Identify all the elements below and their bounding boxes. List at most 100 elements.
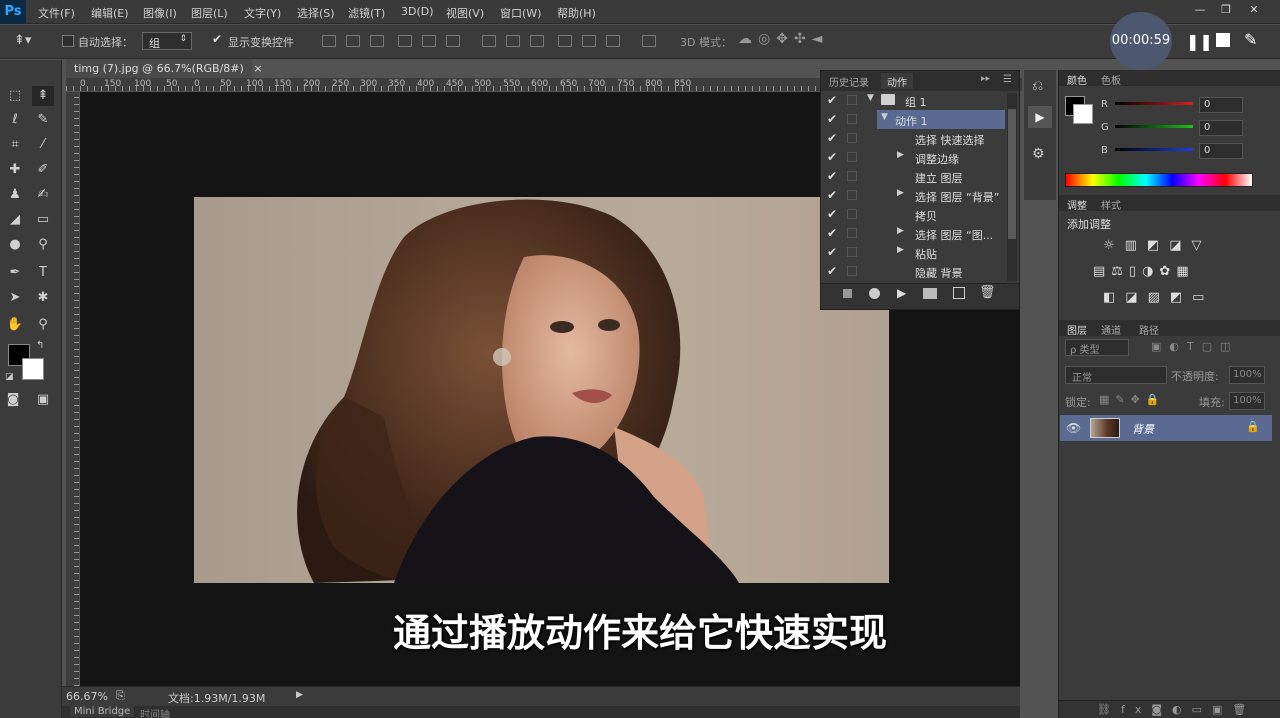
layers-footer-icons[interactable]: ⛓fx◙◐▭▣🗑 [1097, 703, 1256, 716]
tab-swatches[interactable]: 色板 [1101, 72, 1121, 87]
blue-slider[interactable] [1115, 148, 1193, 151]
lasso-tool-icon[interactable]: ℓ [4, 110, 26, 130]
check-icon[interactable]: ✔ [827, 188, 837, 202]
dialog-toggle[interactable] [847, 228, 857, 238]
quick-select-tool-icon[interactable]: ✎ [32, 110, 54, 130]
check-icon[interactable]: ✔ [827, 245, 837, 259]
layer-name[interactable]: 背景 [1132, 421, 1154, 437]
3d-mode-icons[interactable]: ☁◎✥✣◄ [738, 31, 828, 47]
expand-icon[interactable]: ▼ [881, 112, 888, 122]
align-bottom-icon[interactable] [370, 35, 384, 47]
tab-color[interactable]: 颜色 [1067, 72, 1087, 87]
tab-styles[interactable]: 样式 [1101, 197, 1121, 212]
menu-file[interactable]: 文件(F) [38, 5, 75, 21]
spectrum-bar[interactable] [1065, 173, 1253, 187]
eyedropper-tool-icon[interactable]: ⁄ [32, 135, 54, 155]
quick-mask-icon[interactable]: ◙ [2, 390, 24, 410]
menu-help[interactable]: 帮助(H) [557, 5, 596, 21]
action-row[interactable]: ✔ ▶ 选择 图层 “背景” [821, 186, 1007, 205]
distribute-right-icon[interactable] [606, 35, 620, 47]
check-icon[interactable]: ✔ [827, 112, 837, 126]
collapse-icon[interactable]: ▸▸ [981, 74, 990, 84]
eye-icon[interactable]: 👁 [1066, 421, 1081, 435]
eraser-tool-icon[interactable]: ◢ [4, 210, 26, 230]
layer-row-background[interactable]: 👁 背景 🔒 [1060, 415, 1272, 441]
red-slider[interactable] [1115, 102, 1193, 105]
check-icon[interactable]: ✔ [827, 226, 837, 240]
dialog-toggle[interactable] [847, 171, 857, 181]
action-row[interactable]: ✔ ▶ 选择 图层 “图... [821, 224, 1007, 243]
swap-colors-icon[interactable]: ↰ [36, 340, 44, 351]
stop-recording-icon[interactable] [843, 289, 852, 298]
stamp-tool-icon[interactable]: ♟ [4, 185, 26, 205]
align-left-icon[interactable] [398, 35, 412, 47]
adjust-row-2-icons[interactable]: ▤⚖▯◑✿▦ [1093, 264, 1195, 279]
align-right-icon[interactable] [446, 35, 460, 47]
auto-select-checkbox[interactable] [62, 35, 74, 47]
scrollbar-thumb[interactable] [1008, 109, 1016, 239]
check-icon[interactable]: ✔ [827, 150, 837, 164]
pen-icon[interactable]: ✎ [1244, 30, 1257, 49]
new-action-icon[interactable] [953, 287, 965, 299]
dialog-toggle[interactable] [847, 133, 857, 143]
layer-filter-dropdown[interactable]: ρ 类型 [1065, 339, 1129, 356]
minimize-icon[interactable]: — [1190, 2, 1210, 18]
hand-tool-icon[interactable]: ✋ [4, 315, 26, 335]
move-tool-icon[interactable]: ⇞▾ [14, 33, 31, 48]
check-icon[interactable]: ✔ [827, 93, 837, 107]
menu-view[interactable]: 视图(V) [446, 5, 484, 21]
action-row[interactable]: ✔ ▶ 粘贴 [821, 243, 1007, 262]
dialog-toggle[interactable] [847, 247, 857, 257]
menu-type[interactable]: 文字(Y) [244, 5, 281, 21]
dialog-toggle[interactable] [847, 152, 857, 162]
actions-scrollbar[interactable] [1007, 93, 1017, 281]
expand-icon[interactable]: ▶ [897, 188, 904, 198]
record-icon[interactable] [869, 288, 880, 299]
green-value[interactable]: 0 [1199, 120, 1243, 136]
document-tab[interactable]: timg (7).jpg @ 66.7%(RGB/8#) × [66, 59, 263, 78]
trash-icon[interactable]: 🗑 [979, 285, 996, 300]
crop-tool-icon[interactable]: ⌗ [4, 135, 26, 155]
check-icon[interactable]: ✔ [827, 131, 837, 145]
check-icon[interactable]: ✔ [827, 207, 837, 221]
tab-channels[interactable]: 通道 [1101, 322, 1121, 337]
default-colors-icon[interactable]: ◪ [5, 372, 14, 382]
close-icon[interactable]: ✕ [1244, 2, 1264, 18]
menu-3d[interactable]: 3D(D) [401, 5, 434, 18]
action-row[interactable]: ✔ 隐藏 背景 [821, 262, 1007, 278]
blend-mode-dropdown[interactable]: 正常 [1065, 366, 1167, 384]
screen-mode-icon[interactable]: ▣ [32, 390, 54, 410]
action-row[interactable]: ✔ 拷贝 [821, 205, 1007, 224]
panel-menu-icon[interactable]: ☰ [1003, 74, 1012, 85]
pen-tool-icon[interactable]: ✒ [4, 263, 26, 283]
timeline-tab[interactable]: 时间轴 [140, 706, 170, 718]
action-row[interactable]: ✔ 选择 快速选择 [821, 129, 1007, 148]
align-top-icon[interactable] [322, 35, 336, 47]
mini-bridge-tab[interactable]: Mini Bridge [70, 706, 135, 717]
marquee-tool-icon[interactable]: ⬚ [4, 86, 26, 106]
expand-icon[interactable]: ▼ [867, 93, 874, 103]
history-brush-tool-icon[interactable]: ✍ [32, 185, 54, 205]
actions-panel-icon[interactable]: ▶ [1028, 106, 1052, 128]
dialog-toggle[interactable] [847, 209, 857, 219]
new-set-icon[interactable] [923, 288, 937, 299]
blue-value[interactable]: 0 [1199, 143, 1243, 159]
green-slider[interactable] [1115, 125, 1193, 128]
red-value[interactable]: 0 [1199, 97, 1243, 113]
opacity-field[interactable]: 100% [1229, 366, 1265, 384]
export-icon[interactable]: ⎘ [116, 689, 125, 703]
color-background-swatch[interactable] [1073, 104, 1093, 124]
zoom-level[interactable]: 66.67% [66, 690, 108, 703]
action-row[interactable]: ✔ 建立 图层 [821, 167, 1007, 186]
stop-icon[interactable] [1216, 33, 1230, 47]
auto-align-icon[interactable] [642, 35, 656, 47]
adjust-row-1-icons[interactable]: ☼▥◩◪▽ [1103, 238, 1212, 253]
menu-image[interactable]: 图像(I) [143, 5, 177, 21]
menu-filter[interactable]: 滤镜(T) [348, 5, 385, 21]
layer-filter-icons[interactable]: ▣◐T▢◫ [1151, 340, 1239, 353]
brush-tool-icon[interactable]: ✐ [32, 160, 54, 180]
menu-window[interactable]: 窗口(W) [500, 5, 541, 21]
gradient-tool-icon[interactable]: ▭ [32, 210, 54, 230]
tab-actions[interactable]: 动作 [881, 73, 913, 89]
play-selection-icon[interactable]: ▶ [897, 286, 906, 300]
